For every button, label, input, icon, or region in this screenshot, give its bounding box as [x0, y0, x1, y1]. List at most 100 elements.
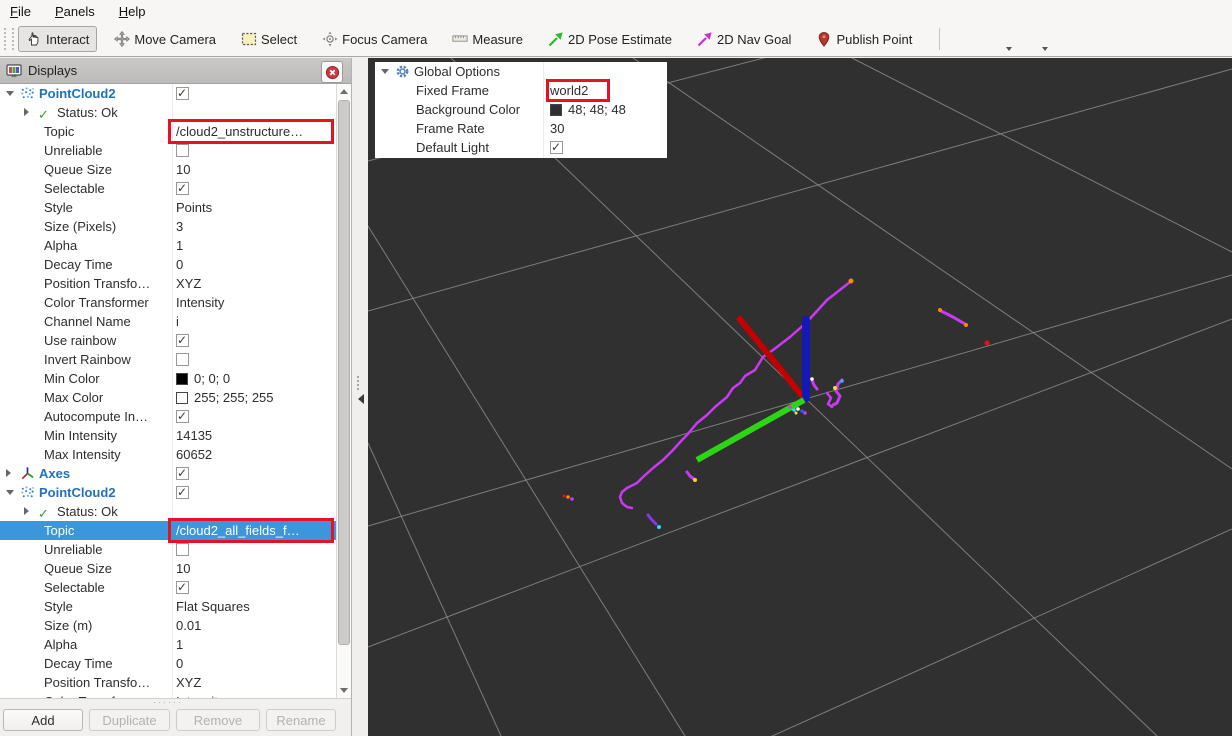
add-button[interactable]: Add [3, 709, 83, 731]
dropdown-caret-icon[interactable] [1006, 47, 1012, 51]
property-value[interactable]: 48; 48; 48 [550, 100, 626, 119]
tree-row-position-transfo-[interactable]: Position Transfo…XYZ [0, 274, 337, 293]
property-value[interactable] [176, 141, 189, 160]
property-value[interactable]: 60652 [176, 445, 212, 464]
property-value[interactable] [176, 179, 189, 198]
tree-row-status-ok[interactable]: ✓Status: Ok [0, 502, 337, 521]
tree-row-size-pixels-[interactable]: Size (Pixels)3 [0, 217, 337, 236]
tree-scrollbar[interactable] [336, 84, 351, 698]
expander-closed-icon[interactable] [24, 108, 29, 116]
tree-row-global-options[interactable]: Global Options [375, 62, 667, 81]
tree-row-queue-size[interactable]: Queue Size10 [0, 160, 337, 179]
tree-row-style[interactable]: StylePoints [0, 198, 337, 217]
checkbox-checked[interactable] [176, 182, 189, 195]
property-value[interactable]: XYZ [176, 673, 201, 692]
tree-row-axes[interactable]: Axes [0, 464, 337, 483]
checkbox-unchecked[interactable] [176, 144, 189, 157]
collapse-panel-icon[interactable] [358, 394, 364, 404]
tool-interact[interactable]: Interact [18, 26, 97, 52]
property-value[interactable] [176, 407, 189, 426]
checkbox-checked[interactable] [176, 87, 189, 100]
tree-row-alpha[interactable]: Alpha1 [0, 635, 337, 654]
property-value[interactable] [176, 578, 189, 597]
property-value[interactable] [176, 540, 189, 559]
menu-file[interactable]: File [10, 4, 31, 19]
expander-closed-icon[interactable] [6, 469, 11, 477]
tree-row-style[interactable]: StyleFlat Squares [0, 597, 337, 616]
property-value[interactable]: 255; 255; 255 [176, 388, 274, 407]
property-value[interactable] [176, 331, 189, 350]
property-value[interactable]: 30 [550, 119, 564, 138]
eye-button[interactable] [1022, 26, 1048, 52]
tree-row-fixed-frame[interactable]: Fixed Frameworld2 [375, 81, 667, 100]
tool-measure[interactable]: Measure [444, 26, 531, 52]
tree-row-unreliable[interactable]: Unreliable [0, 540, 337, 559]
duplicate-button[interactable]: Duplicate [89, 709, 170, 731]
minus-button[interactable] [986, 26, 1012, 52]
property-value[interactable] [550, 138, 563, 157]
scroll-up-button[interactable] [337, 84, 351, 99]
property-value[interactable]: i [176, 312, 179, 331]
panel-splitter[interactable] [352, 58, 368, 736]
checkbox-unchecked[interactable] [176, 543, 189, 556]
property-value[interactable]: Flat Squares [176, 597, 250, 616]
tree-row-alpha[interactable]: Alpha1 [0, 236, 337, 255]
property-value[interactable]: 10 [176, 559, 190, 578]
tree-row-color-transformer[interactable]: Color TransformerIntensity [0, 293, 337, 312]
tool-focus-camera[interactable]: Focus Camera [314, 26, 435, 52]
remove-button[interactable]: Remove [176, 709, 260, 731]
tool-publish-point[interactable]: Publish Point [808, 26, 920, 52]
tree-row-pointcloud2[interactable]: PointCloud2 [0, 84, 337, 103]
scroll-down-button[interactable] [337, 683, 351, 698]
tool-2d-pose-estimate[interactable]: 2D Pose Estimate [540, 26, 680, 52]
property-value[interactable]: world2 [550, 81, 588, 100]
property-value[interactable]: 0 [176, 255, 183, 274]
property-value[interactable] [176, 84, 189, 103]
property-value[interactable] [176, 464, 189, 483]
property-value[interactable] [176, 350, 189, 369]
property-value[interactable]: 3 [176, 217, 183, 236]
checkbox-checked[interactable] [176, 334, 189, 347]
property-value[interactable]: /cloud2_unstructure… [176, 122, 303, 141]
property-value[interactable]: XYZ [176, 274, 201, 293]
checkbox-checked[interactable] [176, 486, 189, 499]
tool-move-camera[interactable]: Move Camera [106, 26, 224, 52]
tree-row-max-intensity[interactable]: Max Intensity60652 [0, 445, 337, 464]
tree-row-min-intensity[interactable]: Min Intensity14135 [0, 426, 337, 445]
property-value[interactable]: Points [176, 198, 212, 217]
property-value[interactable]: 14135 [176, 426, 212, 445]
tree-row-status-ok[interactable]: ✓Status: Ok [0, 103, 337, 122]
tree-row-selectable[interactable]: Selectable [0, 179, 337, 198]
checkbox-checked[interactable] [176, 467, 189, 480]
tree-row-max-color[interactable]: Max Color255; 255; 255 [0, 388, 337, 407]
checkbox-checked[interactable] [550, 141, 563, 154]
property-value[interactable]: 10 [176, 160, 190, 179]
displays-panel-header[interactable]: Displays [0, 58, 351, 84]
expander-open-icon[interactable] [381, 69, 389, 74]
plus-button[interactable] [950, 26, 976, 52]
property-value[interactable]: Intensity [176, 293, 224, 312]
resize-handle[interactable]: ······ [138, 699, 198, 705]
tree-row-topic[interactable]: Topic/cloud2_unstructure… [0, 122, 337, 141]
property-value[interactable] [176, 483, 189, 502]
tree-row-use-rainbow[interactable]: Use rainbow [0, 331, 337, 350]
tree-row-unreliable[interactable]: Unreliable [0, 141, 337, 160]
tree-row-position-transfo-[interactable]: Position Transfo…XYZ [0, 673, 337, 692]
menu-panels[interactable]: Panels [55, 4, 95, 19]
tool-2d-nav-goal[interactable]: 2D Nav Goal [689, 26, 799, 52]
property-value[interactable]: 1 [176, 236, 183, 255]
tree-row-min-color[interactable]: Min Color0; 0; 0 [0, 369, 337, 388]
tree-row-background-color[interactable]: Background Color48; 48; 48 [375, 100, 667, 119]
property-value[interactable]: 1 [176, 635, 183, 654]
property-value[interactable]: 0; 0; 0 [176, 369, 230, 388]
rename-button[interactable]: Rename [266, 709, 336, 731]
expander-closed-icon[interactable] [24, 507, 29, 515]
tree-row-default-light[interactable]: Default Light [375, 138, 667, 157]
expander-open-icon[interactable] [6, 91, 14, 96]
checkbox-checked[interactable] [176, 410, 189, 423]
close-panel-button[interactable] [321, 61, 343, 83]
tree-row-invert-rainbow[interactable]: Invert Rainbow [0, 350, 337, 369]
menu-help[interactable]: Help [119, 4, 146, 19]
expander-open-icon[interactable] [6, 490, 14, 495]
property-value[interactable]: /cloud2_all_fields_f… [176, 521, 300, 540]
